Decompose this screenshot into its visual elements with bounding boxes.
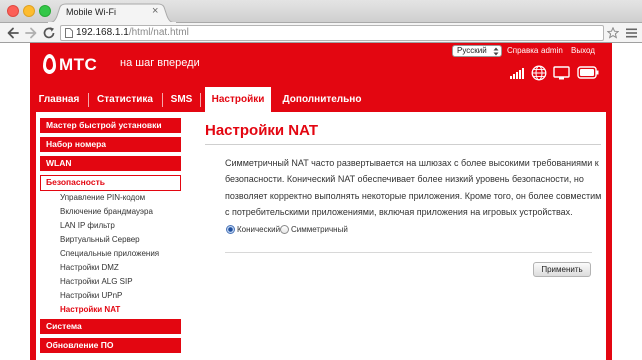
description-line: Симметричный NAT часто развертывается на…: [225, 158, 599, 168]
nav-statistics[interactable]: Статистика: [92, 87, 158, 112]
nav-separator: [162, 93, 163, 107]
sidebar-item-system[interactable]: Система: [40, 319, 181, 334]
battery-icon: [577, 66, 599, 79]
description-line: позволяет корректно выполнять некоторые …: [225, 190, 602, 201]
nat-cone-radio[interactable]: [226, 225, 235, 234]
sidebar-item-wlan[interactable]: WLAN: [40, 156, 181, 171]
logo-text: МТС: [59, 55, 98, 74]
bookmark-star-icon[interactable]: [607, 27, 619, 39]
description-line: с потребительскими приложениями, включая…: [225, 206, 573, 217]
description-line: безопасности. Конический NAT обеспечивае…: [225, 174, 584, 185]
address-bar-url[interactable]: 192.168.1.1/html/nat.html: [76, 25, 189, 41]
nav-separator: [200, 93, 201, 107]
browser-menu-icon[interactable]: [626, 28, 637, 38]
signal-strength-icon: [510, 68, 524, 79]
internet-globe-icon: [531, 65, 547, 81]
username-label: admin: [541, 46, 563, 55]
language-select-value: Русский: [457, 46, 487, 55]
nat-cone-label[interactable]: Конический: [237, 224, 280, 235]
nat-description: Симметричный NAT часто развертывается на…: [225, 155, 601, 220]
sidebar-subitem-virtual-server[interactable]: Виртуальный Сервер: [60, 233, 140, 247]
browser-tab-title: Mobile Wi-Fi: [66, 7, 117, 17]
page-left-border: [30, 112, 36, 360]
sidebar-subitem-lan-ip-filter[interactable]: LAN IP фильтр: [60, 219, 115, 233]
language-select[interactable]: Русский: [452, 45, 502, 57]
back-arrow-icon[interactable]: [6, 26, 20, 40]
monitor-icon: [553, 66, 570, 80]
browser-tab[interactable]: Mobile Wi-Fi ×: [46, 0, 178, 23]
form-divider: [225, 252, 592, 253]
window-close-button[interactable]: [7, 5, 19, 17]
logout-link[interactable]: Выход: [571, 45, 595, 56]
sidebar-subitem-alg-sip[interactable]: Настройки ALG SIP: [60, 275, 133, 289]
sidebar-subitem-upnp[interactable]: Настройки UPnP: [60, 289, 122, 303]
mts-logo-egg: [46, 58, 53, 70]
sidebar-subitem-firewall[interactable]: Включение брандмауэра: [60, 205, 153, 219]
url-path: /html/nat.html: [128, 27, 189, 38]
sidebar-subitem-nat[interactable]: Настройки NAT: [60, 303, 120, 317]
page-icon: [65, 28, 73, 38]
help-link[interactable]: Справка: [507, 45, 538, 56]
nav-advanced[interactable]: Дополнительно: [276, 87, 368, 112]
nav-settings[interactable]: Настройки: [205, 87, 271, 112]
sidebar-item-quick-setup[interactable]: Мастер быстрой установки: [40, 118, 181, 133]
window-minimize-button[interactable]: [23, 5, 35, 17]
forward-arrow-icon[interactable]: [24, 26, 38, 40]
page-title: Настройки NAT: [205, 122, 319, 139]
apply-button[interactable]: Применить: [533, 262, 591, 277]
select-arrows-icon: [493, 47, 499, 56]
title-divider: [205, 144, 601, 145]
nat-symmetric-label[interactable]: Симметричный: [291, 224, 348, 235]
tab-close-icon[interactable]: ×: [152, 5, 158, 17]
sidebar-subitem-special-apps[interactable]: Специальные приложения: [60, 247, 159, 261]
nat-symmetric-radio[interactable]: [280, 225, 289, 234]
nav-sms[interactable]: SMS: [166, 87, 197, 112]
sidebar-item-security[interactable]: Безопасность: [40, 175, 181, 191]
sidebar-item-dial-up[interactable]: Набор номера: [40, 137, 181, 152]
reload-icon[interactable]: [42, 26, 56, 40]
slogan: на шаг впереди: [120, 57, 200, 69]
sidebar-item-firmware-update[interactable]: Обновление ПО: [40, 338, 181, 353]
nav-home[interactable]: Главная: [32, 87, 86, 112]
url-host: 192.168.1.1: [76, 27, 129, 38]
nav-separator: [88, 93, 89, 107]
sidebar-subitem-pin[interactable]: Управление PIN-кодом: [60, 191, 145, 205]
sidebar-subitem-dmz[interactable]: Настройки DMZ: [60, 261, 119, 275]
page-right-border: [606, 112, 612, 360]
